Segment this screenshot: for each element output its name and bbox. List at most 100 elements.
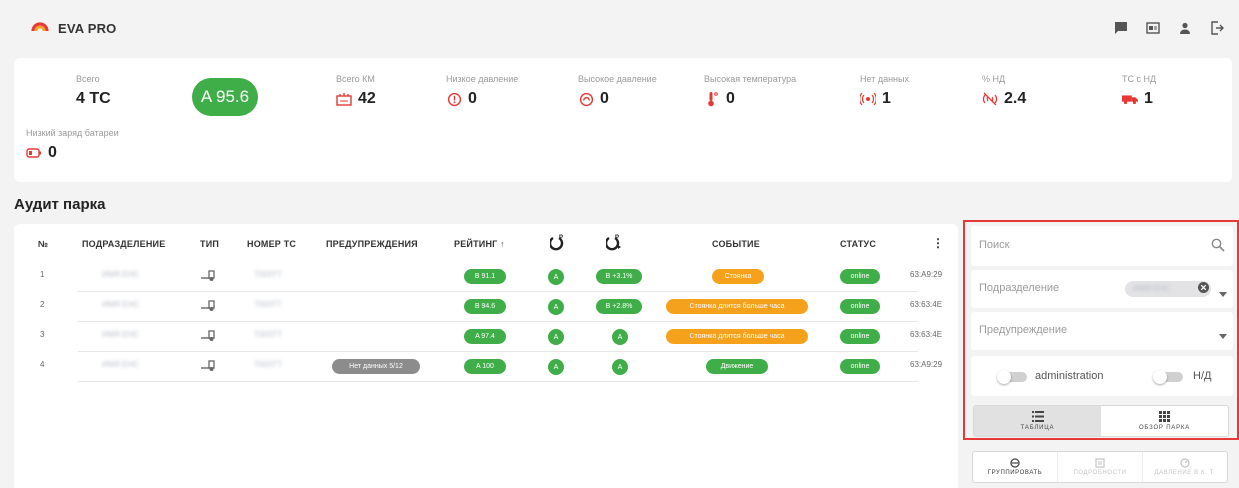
section-title: Аудит парка [14,196,106,213]
user-icon[interactable] [1177,20,1193,36]
search-icon[interactable] [1211,238,1225,257]
trailer-icon [200,268,216,284]
table-row[interactable]: 1 ИМЯ ЕНС Т003ТТ B 91.1 A B +3.1% Стоянк… [14,262,958,292]
table-actions: ГРУППИРОВАТЬ ПОДРОБНОСТИ ДАВЛЕНИЕ В К. Т… [972,451,1228,483]
view-fleet-button[interactable]: ОБЗОР ПАРКА [1101,406,1228,436]
stat-high-temp-value: 0 [726,90,735,107]
device-id: 63:A9:29 [910,270,943,279]
device-id: 63:A9:29 [910,360,943,369]
view-table-button[interactable]: ТАБЛИЦА [974,406,1101,436]
stat-high-pressure: Высокое давление 0 [578,74,657,107]
nd-toggle-label: Н/Д [1193,370,1212,382]
tire-temp-col-icon[interactable]: P [604,233,622,253]
division-chip[interactable]: ИМЯ ЕНС [1125,281,1211,297]
high-pressure-icon [578,91,594,107]
temp-badge: A [612,329,628,345]
table-row[interactable]: 3 ИМЯ ЕНС Т003ТТ A 97.4 A A Стоянка длит… [14,322,958,352]
temp-badge: B +3.1% [596,269,642,284]
event-badge: Стоянка длится больше часа [666,299,808,314]
col-event[interactable]: СОБЫТИЕ [712,239,760,249]
stat-pct-nd: % НД 2.4 [982,74,1027,107]
details-button[interactable]: ПОДРОБНОСТИ [1058,452,1143,482]
fleet-rating-badge: A 95.6 [192,78,258,116]
stat-vehicles-nd-value: 1 [1144,90,1153,107]
stat-low-battery: Низкий заряд батареи 0 [26,128,119,161]
logout-icon[interactable] [1209,20,1225,36]
search-field[interactable]: Поиск [971,226,1233,266]
sort-asc-icon[interactable]: ↑ [500,239,505,249]
division-value: ИМЯ ЕНС [102,270,140,279]
details-icon [1095,458,1105,468]
chat-icon[interactable] [1113,20,1129,36]
temp-badge: A [612,359,628,375]
chip-remove-icon[interactable] [1198,280,1209,298]
device-id: 63:63:4E [910,300,943,309]
trailer-icon [200,328,216,344]
plate-value: Т003ТТ [254,330,283,339]
event-badge: Стоянка [712,269,764,284]
column-menu-icon[interactable]: ⋮ [932,236,944,250]
search-input[interactable]: Поиск [979,239,1009,251]
pressure-badge: A [548,299,564,315]
rating-badge: B 91.1 [464,269,506,284]
pressure-badge: A [548,329,564,345]
filter-panel: Поиск Подразделение ИМЯ ЕНС Предупрежден… [963,220,1239,440]
col-num[interactable]: № [38,239,48,249]
warning-select[interactable]: Предупреждение [971,312,1233,350]
pressure-button[interactable]: ДАВЛЕНИЕ В К. Т. [1143,452,1227,482]
battery-low-icon [26,145,42,161]
rating-badge: B 94.6 [464,299,506,314]
table-row[interactable]: 4 ИМЯ ЕНС Т003ТТ Нет данных 5/12 A 100 A… [14,352,958,382]
id-card-icon[interactable] [1145,20,1161,36]
low-pressure-icon [446,91,462,107]
col-warnings[interactable]: ПРЕДУПРЕЖДЕНИЯ [326,239,418,249]
stat-low-battery-value: 0 [48,144,57,161]
no-signal-icon [860,91,876,107]
grid-icon [1159,411,1170,422]
col-status[interactable]: СТАТУС [840,239,876,249]
col-division[interactable]: ПОДРАЗДЕЛЕНИЕ [82,239,165,249]
device-id: 63:63:4E [910,330,943,339]
table-row[interactable]: 2 ИМЯ ЕНС Т003ТТ B 94.6 A B +2.8% Стоянк… [14,292,958,322]
col-plate[interactable]: НОМЕР ТС [247,239,296,249]
event-badge: Движение [706,359,768,374]
stat-no-data-value: 1 [882,90,891,107]
chevron-down-icon[interactable] [1219,327,1227,345]
list-icon [1031,411,1044,422]
pressure-badge: A [548,269,564,285]
rating-badge: A 97.4 [464,329,506,344]
stat-high-pressure-value: 0 [600,90,609,107]
division-value: ИМЯ ЕНС [102,330,140,339]
stats-panel: Всего 4 ТС A 95.6 Всего КМ 42 Низкое дав… [14,58,1232,182]
table-header: № ПОДРАЗДЕЛЕНИЕ ТИП НОМЕР ТС ПРЕДУПРЕЖДЕ… [14,224,958,264]
fleet-audit-table: № ПОДРАЗДЕЛЕНИЕ ТИП НОМЕР ТС ПРЕДУПРЕЖДЕ… [14,224,958,488]
status-badge: online [840,359,880,374]
event-badge: Стоянка длится больше часа [666,329,808,344]
pressure-badge: A [548,359,564,375]
trailer-icon [200,298,216,314]
plate-value: Т003ТТ [254,270,283,279]
view-switcher: ТАБЛИЦА ОБЗОР ПАРКА [973,405,1229,437]
brand[interactable]: EVA PRO [30,18,116,38]
toggles-row: administration Н/Д [971,356,1233,396]
chevron-down-icon[interactable] [1219,285,1227,303]
tire-pressure-col-icon[interactable]: P [548,233,566,253]
status-badge: online [840,269,880,284]
stat-vehicles-nd: ТС с НД 1 [1122,74,1157,107]
col-rating[interactable]: РЕЙТИНГ ↑ [454,239,505,249]
svg-text:P: P [559,235,563,241]
temp-badge: B +2.8% [596,299,642,314]
plate-value: Т003ТТ [254,360,283,369]
stat-low-pressure-value: 0 [468,90,477,107]
division-select[interactable]: Подразделение ИМЯ ЕНС [971,270,1233,308]
division-value: ИМЯ ЕНС [102,360,140,369]
layers-icon [1010,458,1020,468]
top-bar: EVA PRO [0,0,1239,56]
division-value: ИМЯ ЕНС [102,300,140,309]
stat-pct-nd-value: 2.4 [1004,90,1027,107]
col-type[interactable]: ТИП [200,239,219,249]
stat-low-pressure: Низкое давление 0 [446,74,519,107]
stat-total: Всего 4 ТС [76,74,111,107]
odometer-icon [336,91,352,107]
group-button[interactable]: ГРУППИРОВАТЬ [973,452,1058,482]
